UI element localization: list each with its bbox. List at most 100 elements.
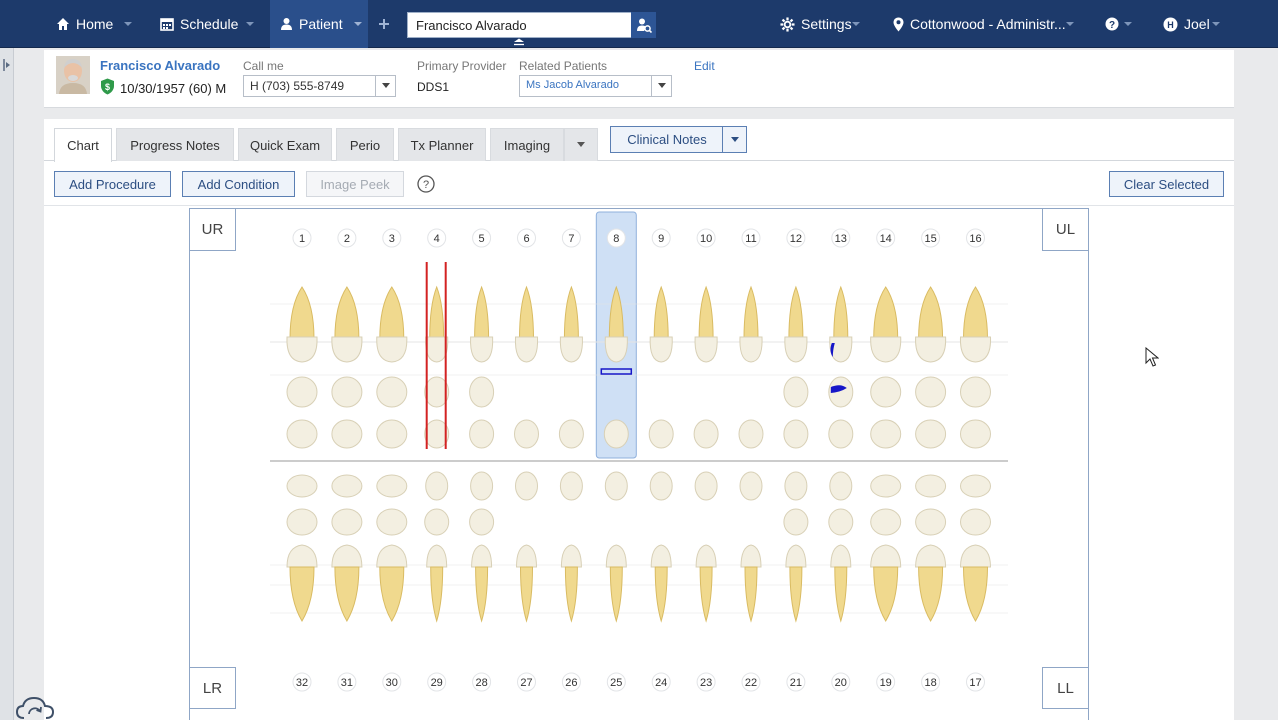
nav-location[interactable]: Cottonwood - Administr...	[893, 0, 1066, 48]
nav-user[interactable]: H Joel	[1163, 0, 1210, 48]
tooth-10[interactable]: 10	[693, 228, 719, 449]
tooth-24[interactable]: 24	[649, 471, 673, 692]
tooth-29[interactable]: 29	[424, 471, 450, 692]
tooth-number[interactable]: 25	[610, 677, 622, 689]
tooth-number[interactable]: 11	[745, 233, 756, 245]
tooth-21[interactable]: 21	[783, 471, 809, 692]
add-condition-button[interactable]: Add Condition	[182, 171, 295, 197]
tooth-7[interactable]: 7	[558, 228, 584, 449]
tooth-30[interactable]: 30	[376, 474, 408, 692]
tooth-number[interactable]: 2	[344, 233, 350, 245]
tooth-number[interactable]: 20	[835, 677, 847, 689]
tooth-number[interactable]: 7	[568, 233, 574, 245]
tooth-18[interactable]: 18	[915, 474, 947, 692]
tooth-number[interactable]: 15	[924, 233, 936, 245]
tooth-number[interactable]: 10	[700, 233, 712, 245]
add-procedure-button[interactable]: Add Procedure	[54, 171, 171, 197]
tooth-11[interactable]: 11	[738, 228, 764, 449]
tab-chart[interactable]: Chart	[54, 128, 112, 162]
edit-patient-link[interactable]: Edit	[694, 59, 715, 73]
tooth-number[interactable]: 19	[880, 677, 892, 689]
tooth-number[interactable]: 1	[299, 233, 305, 245]
tooth-15[interactable]: 15	[915, 228, 947, 449]
patient-dropdown[interactable]	[348, 0, 368, 48]
tooth-25[interactable]: 25	[604, 471, 628, 692]
tooth-number[interactable]: 29	[431, 677, 443, 689]
collapse-header-icon[interactable]	[513, 38, 525, 46]
tooth-9[interactable]: 9	[648, 228, 674, 449]
tooth-23[interactable]: 23	[694, 471, 718, 692]
tooth-19[interactable]: 19	[870, 474, 902, 692]
question-circle-icon[interactable]: ?	[417, 175, 435, 193]
tooth-number[interactable]: 24	[655, 677, 667, 689]
tab-quick-exam[interactable]: Quick Exam	[238, 128, 332, 161]
tooth-number[interactable]: 26	[565, 677, 577, 689]
settings-dropdown-icon[interactable]	[850, 18, 862, 30]
tooth-number[interactable]: 23	[700, 677, 712, 689]
tooth-32[interactable]: 32	[286, 474, 318, 692]
teeth-graphic[interactable]: 1 2 3 4 5 6 7 8 9 10 11 12 13 14 15 1632 31 30 29 28 27 26 25 2…	[190, 209, 1088, 720]
tooth-number[interactable]: 6	[523, 233, 529, 245]
tab-imaging[interactable]: Imaging	[490, 128, 564, 161]
tooth-26[interactable]: 26	[559, 471, 583, 692]
tooth-number[interactable]: 4	[434, 233, 440, 245]
tooth-number[interactable]: 18	[924, 677, 936, 689]
left-sidebar-strip[interactable]	[0, 0, 14, 720]
tooth-2[interactable]: 2	[331, 228, 363, 449]
tooth-number[interactable]: 17	[969, 677, 981, 689]
tooth-number[interactable]: 21	[790, 677, 802, 689]
tooth-number[interactable]: 30	[386, 677, 398, 689]
tooth-number[interactable]: 13	[835, 233, 847, 245]
nav-settings[interactable]: Settings	[780, 0, 852, 48]
tooth-number[interactable]: 28	[475, 677, 487, 689]
clinical-notes-button[interactable]: Clinical Notes	[610, 126, 747, 153]
tooth-20[interactable]: 20	[828, 471, 854, 692]
location-dropdown-icon[interactable]	[1064, 18, 1076, 30]
help-dropdown-icon[interactable]	[1122, 18, 1134, 30]
call-me-select[interactable]: H (703) 555-8749	[243, 75, 396, 97]
tooth-number[interactable]: 8	[613, 233, 619, 245]
tooth-31[interactable]: 31	[331, 474, 363, 692]
expand-sidebar-icon[interactable]	[3, 58, 11, 74]
tooth-5[interactable]: 5	[469, 228, 495, 449]
tooth-number[interactable]: 3	[389, 233, 395, 245]
tooth-22[interactable]: 22	[739, 471, 763, 692]
patient-search-input[interactable]	[407, 12, 656, 38]
tooth-12[interactable]: 12	[783, 228, 809, 449]
nav-patient[interactable]: Patient	[270, 0, 348, 48]
patient-name-link[interactable]: Francisco Alvarado	[100, 58, 220, 73]
related-patients-select[interactable]: Ms Jacob Alvarado	[519, 75, 672, 97]
tooth-14[interactable]: 14	[870, 228, 902, 449]
tooth-6[interactable]: 6	[514, 228, 539, 449]
tab-tx-planner[interactable]: Tx Planner	[398, 128, 486, 161]
tooth-number[interactable]: 22	[745, 677, 757, 689]
nav-schedule[interactable]: Schedule	[160, 0, 238, 48]
user-dropdown-icon[interactable]	[1210, 18, 1222, 30]
home-dropdown-icon[interactable]	[122, 18, 134, 30]
more-tabs-dropdown[interactable]	[564, 128, 598, 161]
patient-search-button[interactable]	[631, 12, 656, 38]
tooth-number[interactable]: 31	[341, 677, 353, 689]
tooth-1[interactable]: 1	[286, 228, 318, 449]
tooth-3[interactable]: 3	[376, 228, 408, 449]
tooth-number[interactable]: 9	[658, 233, 664, 245]
schedule-dropdown-icon[interactable]	[244, 18, 256, 30]
cloud-sync-icon[interactable]	[16, 694, 56, 720]
tab-perio[interactable]: Perio	[336, 128, 394, 161]
tab-progress-notes[interactable]: Progress Notes	[116, 128, 234, 161]
clear-selected-button[interactable]: Clear Selected	[1109, 171, 1224, 197]
tooth-number[interactable]: 16	[969, 233, 981, 245]
tooth-number[interactable]: 32	[296, 677, 308, 689]
tooth-number[interactable]: 27	[520, 677, 532, 689]
add-patient-tab-button[interactable]	[374, 0, 394, 48]
patient-avatar[interactable]	[56, 56, 90, 94]
clinical-notes-dropdown-icon[interactable]	[722, 127, 746, 152]
tooth-28[interactable]: 28	[469, 471, 495, 692]
tooth-number[interactable]: 5	[479, 233, 485, 245]
tooth-16[interactable]: 16	[959, 228, 992, 449]
tooth-number[interactable]: 14	[880, 233, 892, 245]
nav-home[interactable]: Home	[56, 0, 113, 48]
tooth-17[interactable]: 17	[959, 474, 992, 692]
tooth-27[interactable]: 27	[515, 471, 538, 692]
tooth-13[interactable]: 13	[828, 228, 854, 449]
